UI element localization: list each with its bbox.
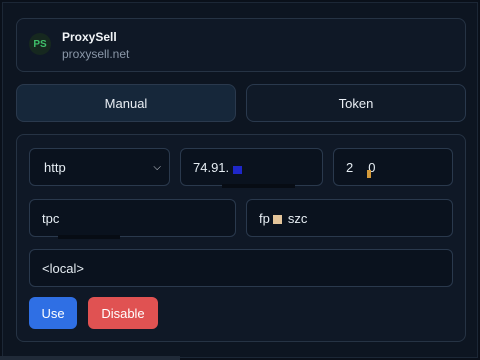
redaction-mark	[273, 215, 282, 224]
brand-logo: PS	[29, 33, 51, 55]
protocol-select[interactable]: http ⌵	[29, 148, 170, 186]
redaction-mark	[233, 166, 242, 174]
brand-header: PS ProxySell proxysell.net	[16, 18, 466, 72]
username-value: tpc	[42, 210, 60, 226]
brand-domain: proxysell.net	[62, 47, 130, 61]
disable-button[interactable]: Disable	[88, 297, 158, 329]
redaction-mark	[58, 235, 120, 239]
port-input[interactable]: 2 0	[333, 148, 453, 186]
redaction-mark	[222, 184, 295, 188]
brand-name: ProxySell	[62, 30, 117, 44]
tab-token[interactable]: Token	[246, 84, 466, 122]
use-button[interactable]: Use	[29, 297, 77, 329]
bypass-list-input[interactable]: <local>	[29, 249, 453, 287]
host-input[interactable]: 74.91.	[180, 148, 323, 186]
tab-manual[interactable]: Manual	[16, 84, 236, 122]
window-edge	[0, 356, 180, 360]
password-value-start: fp	[259, 210, 270, 226]
host-value: 74.91.	[193, 159, 230, 175]
protocol-value: http	[44, 159, 66, 175]
port-value-start: 2	[346, 159, 354, 175]
username-input[interactable]: tpc	[29, 199, 236, 237]
chevron-down-icon: ⌵	[153, 161, 161, 173]
bypass-value: <local>	[42, 260, 84, 276]
redaction-mark	[367, 170, 371, 178]
password-value-end: szc	[287, 210, 308, 226]
